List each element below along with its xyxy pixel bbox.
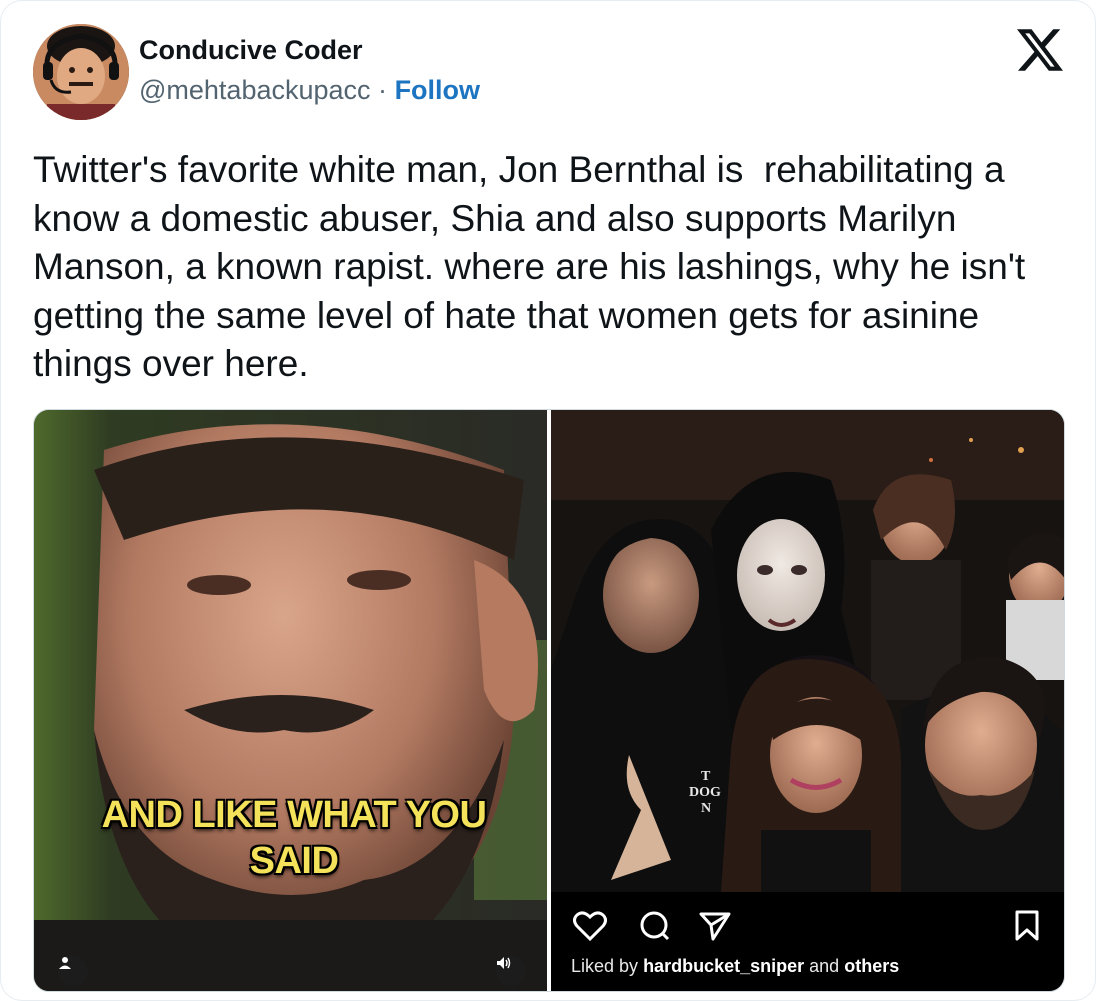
- instagram-action-bar: [551, 892, 1064, 991]
- svg-text:T: T: [701, 769, 711, 784]
- person-icon[interactable]: [58, 956, 88, 986]
- author-handle-row: @mehtabackupacc · Follow: [139, 75, 480, 106]
- liked-middle: and: [809, 956, 840, 976]
- tweet-card: Conducive Coder @mehtabackupacc · Follow…: [0, 0, 1096, 1001]
- svg-text:N: N: [701, 801, 711, 816]
- share-icon[interactable]: [699, 911, 731, 941]
- tweet-text: Twitter's favorite white man, Jon Bernth…: [33, 149, 1036, 384]
- author-handle[interactable]: @mehtabackupacc: [139, 75, 371, 105]
- separator: ·: [378, 75, 388, 105]
- follow-link[interactable]: Follow: [395, 75, 480, 105]
- media-grid[interactable]: AND LIKE WHAT YOU SAID T DOG N Liked by …: [33, 409, 1065, 992]
- svg-text:DOG: DOG: [689, 785, 721, 800]
- author-name[interactable]: Conducive Coder: [139, 35, 363, 66]
- comment-icon[interactable]: [639, 910, 671, 942]
- heart-icon[interactable]: [573, 910, 607, 942]
- liked-prefix: Liked by: [571, 956, 639, 976]
- group-photo-illustration: T DOG N: [551, 410, 1064, 892]
- instagram-post[interactable]: T DOG N Liked by hardbucket_sniper and o…: [551, 410, 1064, 991]
- liked-by-text: Liked by hardbucket_sniper and others: [571, 956, 899, 977]
- avatar[interactable]: [33, 24, 129, 120]
- x-logo-icon[interactable]: [1017, 27, 1063, 73]
- bookmark-icon[interactable]: [1014, 910, 1040, 942]
- video-thumbnail[interactable]: AND LIKE WHAT YOU SAID: [34, 410, 547, 991]
- video-frame-illustration: [34, 410, 547, 991]
- volume-icon[interactable]: [496, 956, 526, 986]
- liked-user-link[interactable]: hardbucket_sniper: [643, 956, 804, 976]
- liked-others-link[interactable]: others: [844, 956, 899, 976]
- video-caption: AND LIKE WHAT YOU SAID: [101, 794, 487, 882]
